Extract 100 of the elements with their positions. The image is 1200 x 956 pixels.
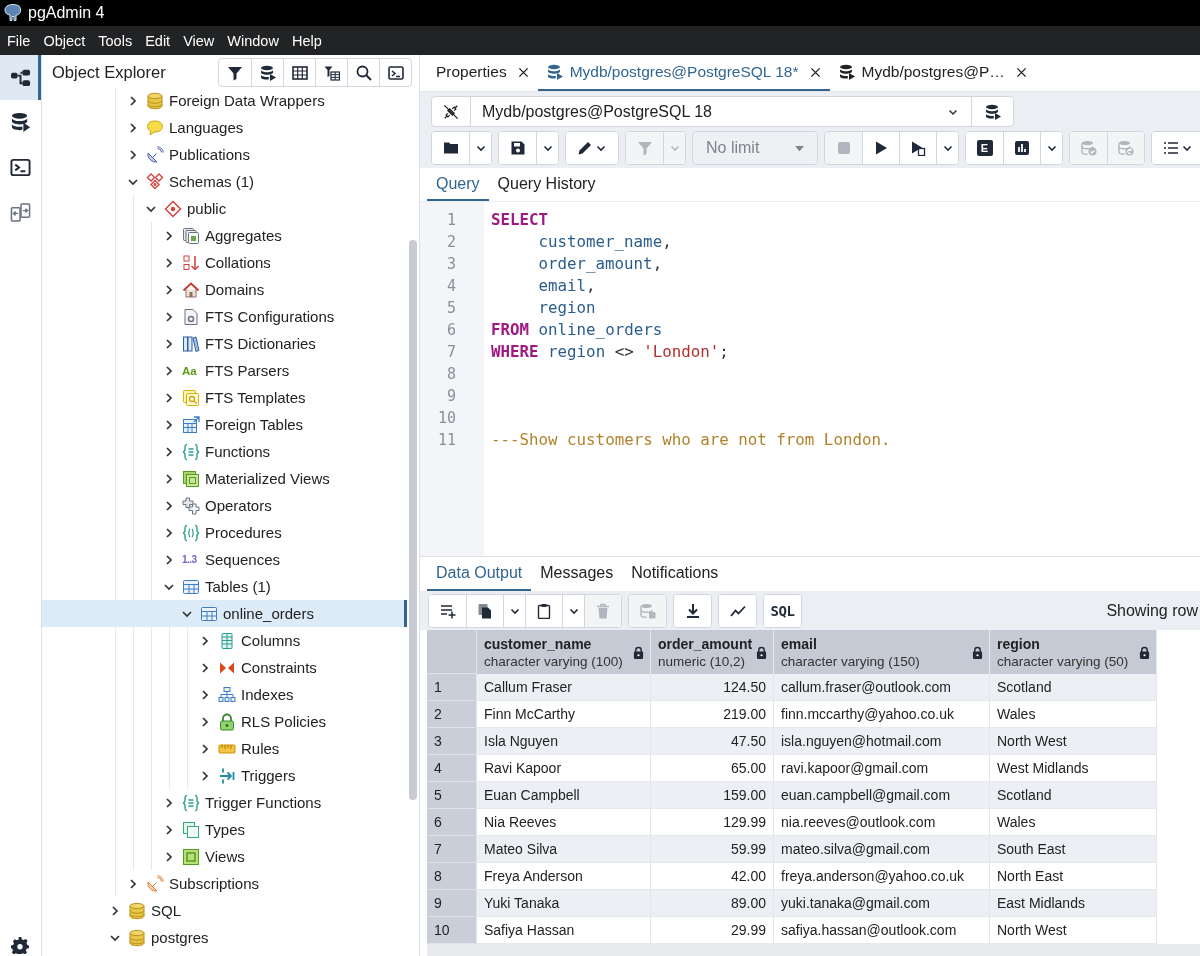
column-header[interactable]: customer_name character varying (100) [477,630,651,674]
output-tab[interactable]: Messages [531,557,623,591]
chevron-right-icon[interactable] [199,688,211,701]
tree-item[interactable]: Foreign Tables [42,411,407,438]
row-number[interactable]: 5 [427,782,477,809]
object-explorer-button[interactable] [0,55,41,100]
tree-item[interactable]: Materialized Views [42,465,407,492]
chevron-right-icon[interactable] [163,256,175,269]
tree-item[interactable]: FTS Dictionaries [42,330,407,357]
close-icon[interactable] [809,66,821,78]
editor-tab[interactable]: Mydb/postgres@P… [829,55,1036,91]
tree-item[interactable]: Views [42,843,407,870]
tree-item[interactable]: Operators [42,492,407,519]
chevron-right-icon[interactable] [163,391,175,404]
chevron-right-icon[interactable] [199,742,211,755]
menu-item[interactable]: Help [285,32,328,49]
horizontal-scrollbar[interactable] [427,944,1200,956]
tree-item[interactable]: RLS Policies [42,708,407,735]
chevron-right-icon[interactable] [163,418,175,431]
tree-item[interactable]: online_orders [42,600,407,627]
tree-item[interactable]: Schemas (1) [42,168,407,195]
chevron-right-icon[interactable] [163,337,175,350]
column-header[interactable]: email character varying (150) [774,630,990,674]
tree-item[interactable]: FTS Configurations [42,303,407,330]
tree-item[interactable]: Foreign Data Wrappers [42,87,407,114]
chevron-right-icon[interactable] [199,634,211,647]
chevron-right-icon[interactable] [163,283,175,296]
column-header[interactable]: order_amount numeric (10,2) [651,630,774,674]
tree-item[interactable]: Rules [42,735,407,762]
chevron-right-icon[interactable] [127,121,139,134]
chevron-right-icon[interactable] [163,364,175,377]
row-number[interactable]: 4 [427,755,477,782]
tree-item[interactable]: Tables (1) [42,573,407,600]
download-button[interactable] [674,595,711,627]
tree-item[interactable]: 1..3 Sequences [42,546,407,573]
graph-button[interactable] [719,595,756,627]
tree-item[interactable]: Indexes [42,681,407,708]
chevron-right-icon[interactable] [199,769,211,782]
tree-item[interactable]: Subscriptions [42,870,407,897]
row-number[interactable]: 3 [427,728,477,755]
scrollbar-thumb[interactable] [409,240,417,800]
tree-item[interactable]: public [42,195,407,222]
tree-item[interactable]: Domains [42,276,407,303]
dropdown-button[interactable] [936,132,958,164]
row-number[interactable]: 8 [427,863,477,890]
query-tab[interactable]: Query History [488,168,605,201]
chevron-right-icon[interactable] [199,715,211,728]
tree-item[interactable]: Functions [42,438,407,465]
dropdown-button[interactable] [536,132,558,164]
dropdown-button[interactable] [469,132,491,164]
row-number[interactable]: 2 [427,701,477,728]
tree-item[interactable]: FTS Templates [42,384,407,411]
tree-item[interactable]: Columns [42,627,407,654]
menu-item[interactable]: Edit [139,32,177,49]
dropdown-button[interactable] [1040,132,1062,164]
tree-item[interactable]: Constraints [42,654,407,681]
chevron-right-icon[interactable] [163,823,175,836]
tree-item[interactable]: Aggregates [42,222,407,249]
tree-item[interactable]: Publications [42,141,407,168]
chevron-right-icon[interactable] [163,229,175,242]
close-icon[interactable] [1015,66,1027,78]
chevron-right-icon[interactable] [163,499,175,512]
chevron-right-icon[interactable] [109,904,121,917]
row-number[interactable]: 9 [427,890,477,917]
row-number[interactable]: 6 [427,809,477,836]
output-tab[interactable]: Notifications [622,557,728,591]
chevron-right-icon[interactable] [163,850,175,863]
edit-button[interactable] [566,132,618,164]
row-number[interactable]: 7 [427,836,477,863]
tree-item[interactable]: Collations [42,249,407,276]
chevron-right-icon[interactable] [163,310,175,323]
chevron-right-icon[interactable] [199,661,211,674]
sql-button[interactable]: SQL [764,595,801,627]
connection-select[interactable]: Mydb/postgres@PostgreSQL 18 [471,97,971,126]
settings-icon[interactable] [11,936,29,954]
column-header[interactable]: region character varying (50) [990,630,1157,674]
chevron-right-icon[interactable] [163,526,175,539]
chevron-right-icon[interactable] [127,877,139,890]
tree-item[interactable]: postgres [42,924,407,951]
tree-item[interactable]: Procedures [42,519,407,546]
menu-item[interactable]: Window [221,32,285,49]
menu-item[interactable]: File [1,32,37,49]
chevron-right-icon[interactable] [163,553,175,566]
menu-item[interactable]: Object [37,32,92,49]
tree-item[interactable]: Languages [42,114,407,141]
tree-item[interactable]: Triggers [42,762,407,789]
row-number[interactable]: 1 [427,674,477,701]
tree-item[interactable]: Trigger Functions [42,789,407,816]
menu-item[interactable]: Tools [92,32,139,49]
close-icon[interactable] [517,66,529,78]
tree-item[interactable]: Aa FTS Parsers [42,357,407,384]
tree-item[interactable]: SQL [42,897,407,924]
tree-item[interactable]: Types [42,816,407,843]
editor-tab[interactable]: Properties [427,55,538,91]
chevron-right-icon[interactable] [163,796,175,809]
chevron-right-icon[interactable] [163,445,175,458]
row-number[interactable]: 10 [427,917,477,944]
menu-item[interactable]: View [177,32,221,49]
chevron-right-icon[interactable] [163,472,175,485]
chevron-right-icon[interactable] [127,148,139,161]
